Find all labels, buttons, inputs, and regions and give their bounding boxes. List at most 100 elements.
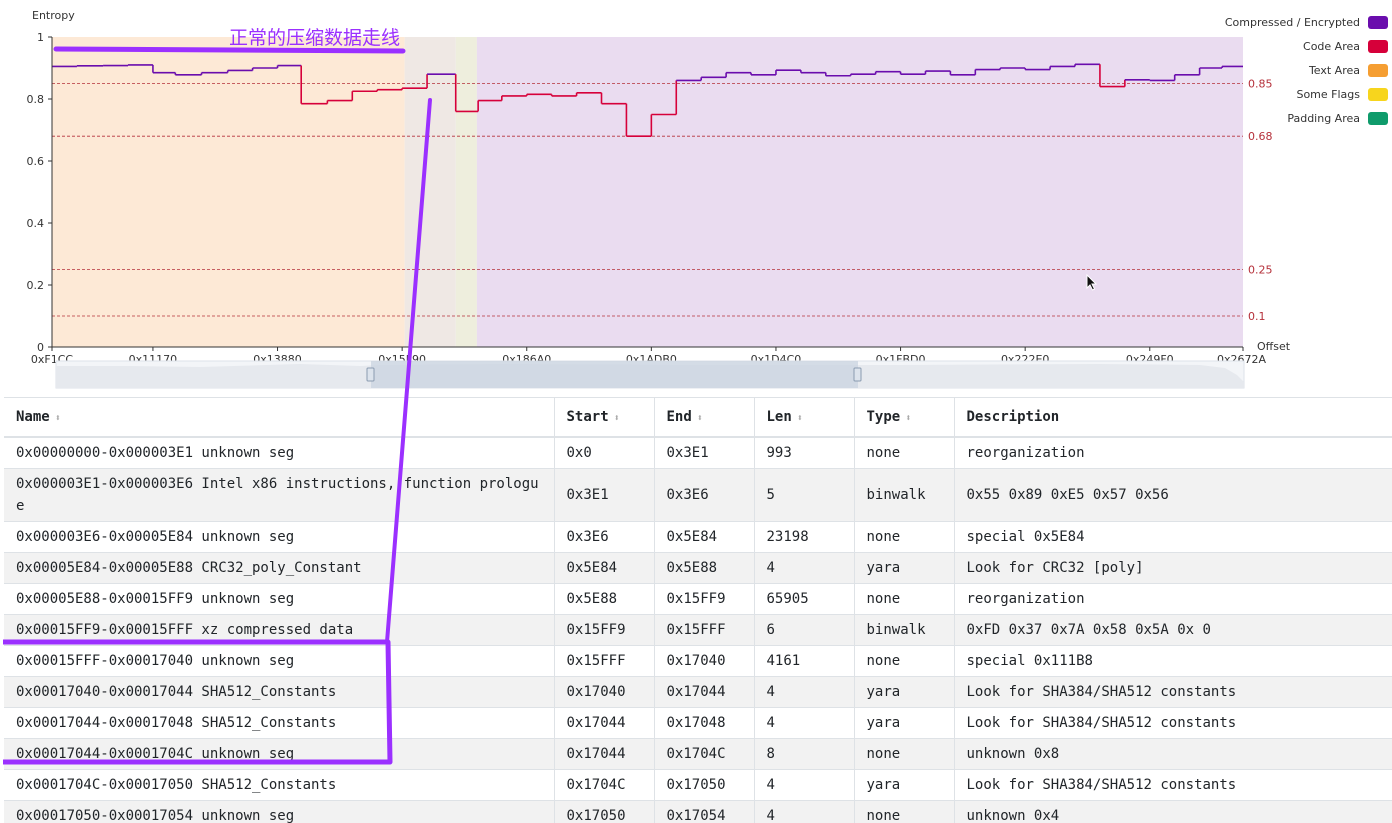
sort-icon[interactable]: ⬍ [905, 413, 911, 424]
y-tick-label-4: 0.8 [27, 93, 45, 106]
table-cell-start: 0x17040 [554, 676, 655, 708]
table-cell-end: 0x17048 [654, 707, 755, 739]
table-cell-start: 0x5E88 [554, 583, 655, 615]
table-cell-name: 0x00000000-0x000003E1 unknown seg [4, 437, 555, 469]
legend-swatch [1368, 63, 1388, 77]
column-header-name[interactable]: Name ⬍ [4, 397, 555, 438]
entropy-chart: 0.850.680.250.1 Entropy Offset 00.20.40.… [27, 9, 1291, 389]
table-cell-name: 0x00015FFF-0x00017040 unknown seg [4, 645, 555, 677]
threshold-label-2: 0.25 [1248, 264, 1273, 277]
table-cell-end: 0x3E1 [654, 437, 755, 469]
column-header-description[interactable]: Description [954, 397, 1392, 438]
legend-item-2[interactable]: Text Area [1225, 58, 1388, 82]
table-row[interactable]: 0x00017050-0x00017054 unknown seg 0x17050… [4, 800, 1392, 823]
legend-item-1[interactable]: Code Area [1225, 34, 1388, 58]
table-cell-end: 0x17044 [654, 676, 755, 708]
table-row[interactable]: 0x00017040-0x00017044 SHA512_Constants 0x… [4, 676, 1392, 708]
column-header-label: Start [566, 409, 609, 425]
table-cell-description: Look for SHA384/SHA512 constants [954, 769, 1392, 801]
table-row[interactable]: 0x00000000-0x000003E1 unknown seg 0x0 0x3E… [4, 437, 1392, 469]
table-cell-type: binwalk [854, 614, 955, 646]
table-cell-len: 4 [754, 800, 855, 823]
legend-swatch [1368, 39, 1388, 53]
table-cell-start: 0x17044 [554, 738, 655, 770]
table-cell-start: 0x3E6 [554, 521, 655, 553]
table-body: 0x00000000-0x000003E1 unknown seg 0x0 0x3E… [4, 437, 1392, 823]
table-cell-type: none [854, 800, 955, 823]
legend-label: Padding Area [1287, 111, 1360, 125]
table-row[interactable]: 0x00015FFF-0x00017040 unknown seg 0x15FFF… [4, 645, 1392, 677]
legend-label: Compressed / Encrypted [1224, 15, 1360, 29]
table-cell-description: special 0x111B8 [954, 645, 1392, 677]
legend: Compressed / Encrypted Code Area Text Area… [1225, 10, 1388, 130]
table-row[interactable]: 0x00017044-0x0001704C unknown seg 0x17044… [4, 738, 1392, 770]
table-row[interactable]: 0x000003E6-0x00005E84 unknown seg 0x3E6 0x… [4, 521, 1392, 553]
table-cell-description: Look for CRC32 [poly] [954, 552, 1392, 584]
table-cell-type: binwalk [854, 468, 955, 522]
column-header-label: Len [766, 409, 792, 425]
table-cell-len: 65905 [754, 583, 855, 615]
table-cell-start: 0x3E1 [554, 468, 655, 522]
y-ticks: 00.20.40.60.81 [27, 31, 52, 354]
table-cell-len: 4161 [754, 645, 855, 677]
zoom-slider-right-handle[interactable] [853, 367, 862, 382]
y-axis-title: Entropy [32, 9, 75, 22]
table-cell-name: 0x00017040-0x00017044 SHA512_Constants [4, 676, 555, 708]
table-cell-start: 0x15FF9 [554, 614, 655, 646]
legend-swatch [1368, 111, 1388, 125]
table-cell-end: 0x17040 [654, 645, 755, 677]
zoom-slider-window[interactable] [371, 361, 858, 388]
table-cell-start: 0x17050 [554, 800, 655, 823]
table-row[interactable]: 0x00005E84-0x00005E88 CRC32_poly_Constan… [4, 552, 1392, 584]
sort-icon[interactable]: ⬍ [614, 413, 620, 424]
column-header-start[interactable]: Start ⬍ [554, 397, 655, 438]
column-header-len[interactable]: Len ⬍ [754, 397, 855, 438]
table-cell-start: 0x15FFF [554, 645, 655, 677]
table-row[interactable]: 0x000003E1-0x000003E6 Intel x86 instruct… [4, 468, 1392, 522]
table-cell-description: unknown 0x4 [954, 800, 1392, 823]
column-header-end[interactable]: End ⬍ [654, 397, 755, 438]
legend-item-0[interactable]: Compressed / Encrypted [1225, 10, 1388, 34]
table-row[interactable]: 0x00017044-0x00017048 SHA512_Constants 0x… [4, 707, 1392, 739]
x-axis-title: Offset [1257, 340, 1291, 353]
zoom-slider[interactable] [55, 360, 1245, 389]
sort-icon[interactable]: ⬍ [55, 413, 61, 424]
legend-label: Some Flags [1296, 87, 1360, 101]
legend-item-3[interactable]: Some Flags [1225, 82, 1388, 106]
table-header-row: Name ⬍ Start ⬍ End ⬍ Len ⬍ Type ⬍ Description [4, 397, 1392, 438]
table-cell-name: 0x0001704C-0x00017050 SHA512_Constants [4, 769, 555, 801]
table-row[interactable]: 0x00015FF9-0x00015FFF xz compressed data… [4, 614, 1392, 646]
segments-table: Name ⬍ Start ⬍ End ⬍ Len ⬍ Type ⬍ Description 0x00… [4, 397, 1392, 823]
table-cell-type: none [854, 437, 955, 469]
legend-item-4[interactable]: Padding Area [1225, 106, 1388, 130]
table-cell-name: 0x000003E6-0x00005E84 unknown seg [4, 521, 555, 553]
legend-label: Text Area [1308, 63, 1360, 77]
table-cell-type: none [854, 738, 955, 770]
table-cell-description: reorganization [954, 437, 1392, 469]
table-cell-end: 0x17050 [654, 769, 755, 801]
sort-icon[interactable]: ⬍ [697, 413, 703, 424]
y-tick-label-2: 0.4 [27, 217, 45, 230]
y-tick-label-3: 0.6 [27, 155, 45, 168]
table-cell-type: none [854, 583, 955, 615]
sort-icon[interactable]: ⬍ [797, 413, 803, 424]
table-row[interactable]: 0x0001704C-0x00017050 SHA512_Constants 0x… [4, 769, 1392, 801]
table-cell-type: yara [854, 676, 955, 708]
y-tick-label-5: 1 [37, 31, 44, 44]
table-cell-len: 23198 [754, 521, 855, 553]
table-cell-start: 0x17044 [554, 707, 655, 739]
table-cell-description: 0x55 0x89 0xE5 0x57 0x56 [954, 468, 1392, 522]
table-cell-len: 6 [754, 614, 855, 646]
column-header-label: End [666, 409, 692, 425]
table-cell-name: 0x00017050-0x00017054 unknown seg [4, 800, 555, 823]
zoom-slider-left-handle[interactable] [366, 367, 375, 382]
column-header-type[interactable]: Type ⬍ [854, 397, 955, 438]
table-cell-description: 0xFD 0x37 0x7A 0x58 0x5A 0x 0 [954, 614, 1392, 646]
table-row[interactable]: 0x00005E88-0x00015FF9 unknown seg 0x5E88 0… [4, 583, 1392, 615]
table-cell-name: 0x00015FF9-0x00015FFF xz compressed data [4, 614, 555, 646]
table-cell-start: 0x0 [554, 437, 655, 469]
table-cell-name: 0x00017044-0x00017048 SHA512_Constants [4, 707, 555, 739]
y-tick-label-1: 0.2 [27, 279, 45, 292]
table-cell-description: unknown 0x8 [954, 738, 1392, 770]
table-cell-end: 0x3E6 [654, 468, 755, 522]
